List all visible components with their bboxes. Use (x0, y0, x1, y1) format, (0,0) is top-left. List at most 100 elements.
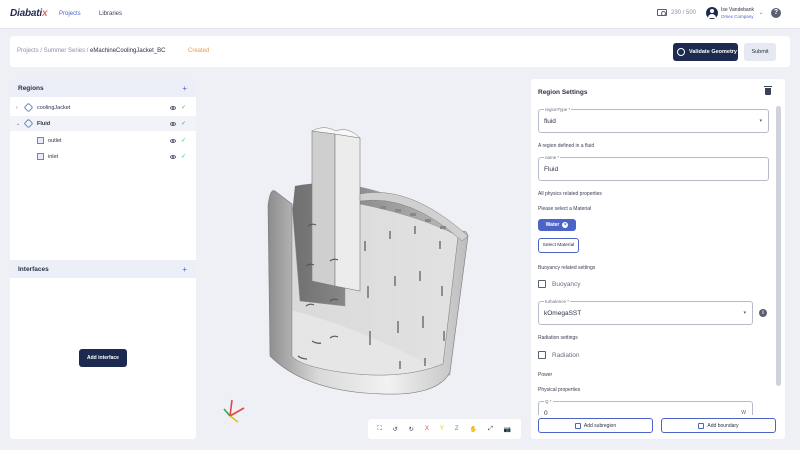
add-region-button[interactable]: + (182, 84, 187, 93)
left-panel: Regions + › coolingJacket ✓ ⌄ Fluid ✓ ou… (10, 79, 196, 439)
view-z-button[interactable]: Z (455, 426, 459, 432)
tree-item-outlet[interactable]: outlet ✓ (10, 133, 196, 148)
chevron-down-icon[interactable]: ⌄ (16, 121, 20, 127)
nav-libraries[interactable]: Libraries (99, 11, 122, 17)
tree-item-label: Fluid (37, 120, 51, 127)
regions-header: Regions + (10, 79, 196, 97)
eye-icon[interactable] (170, 138, 176, 143)
region-type-select[interactable]: regionType * fluid ▾ (538, 107, 769, 133)
field-value: Fluid (544, 166, 559, 173)
tree-item-coolingjacket[interactable]: › coolingJacket ✓ (10, 100, 196, 115)
region-settings-title: Region Settings (538, 89, 588, 96)
region-icon (23, 102, 34, 113)
buoyancy-checkbox-row[interactable]: Buoyancy (538, 280, 581, 288)
boundary-icon (37, 137, 44, 144)
close-icon[interactable]: × (562, 222, 569, 228)
boundary-icon (37, 153, 44, 160)
validate-geometry-button[interactable]: Validate Geometry (673, 43, 738, 61)
interfaces-header: Interfaces + (10, 260, 196, 278)
circle-icon (677, 48, 685, 56)
chevron-down-icon[interactable]: ⌄ (759, 10, 763, 16)
camera-icon[interactable]: 📷 (504, 426, 511, 433)
radiation-checkbox-row[interactable]: Radiation (538, 351, 579, 359)
credits-indicator: 230 / 500 (657, 9, 696, 16)
power-heading: Power (538, 372, 553, 378)
user-name[interactable]: Ise Vandebank (721, 7, 754, 13)
trash-icon[interactable] (764, 86, 772, 95)
interfaces-section: Interfaces + (10, 260, 196, 278)
3d-viewport[interactable] (200, 76, 530, 450)
validate-label: Validate Geometry (689, 49, 737, 55)
field-value: fluid (544, 118, 556, 125)
chevron-right-icon[interactable]: › (16, 105, 18, 111)
add-subregion-label: Add subregion (583, 422, 617, 429)
radiation-checkbox[interactable] (538, 351, 546, 359)
material-prompt: Please select a Material (538, 206, 592, 212)
subregion-icon (574, 422, 581, 429)
tree-item-label: inlet (48, 153, 59, 160)
info-icon[interactable]: i (759, 309, 767, 317)
add-interface-button[interactable]: Add interface (79, 349, 127, 367)
region-defined-note: A region defined in a fluid (538, 143, 595, 149)
fit-view-icon[interactable]: ⛶ (378, 426, 382, 433)
tree-item-fluid[interactable]: ⌄ Fluid ✓ (10, 116, 196, 131)
region-settings-panel: Region Settings regionType * fluid ▾ A r… (531, 79, 785, 439)
rotate-right-icon[interactable]: ↻ (409, 426, 414, 433)
app-logo[interactable]: Diabatix (10, 8, 48, 19)
breadcrumb[interactable]: Projects / Summer Series / eMachineCooli… (17, 48, 165, 54)
viewport-toolbar: ⛶ ↺ ↻ X Y Z ✋ ⤢ 📷 (368, 419, 521, 439)
interfaces-title: Interfaces (18, 265, 49, 273)
regions-tree: › coolingJacket ✓ ⌄ Fluid ✓ outlet ✓ inl… (10, 97, 196, 273)
add-interface-plus-button[interactable]: + (182, 265, 187, 274)
check-icon: ✓ (181, 105, 187, 111)
select-material-button[interactable]: Select Material (538, 238, 579, 253)
tree-item-label: coolingJacket (37, 104, 71, 111)
rotate-left-icon[interactable]: ↺ (393, 426, 398, 433)
top-bar: Diabatix Projects Libraries 230 / 500 Is… (0, 0, 800, 29)
settings-actions: Add subregion Add boundary (531, 415, 785, 439)
check-icon: ✓ (181, 154, 187, 160)
tree-item-inlet[interactable]: inlet ✓ (10, 149, 196, 164)
status-badge: Created (188, 48, 210, 54)
radiation-label: Radiation (552, 351, 580, 359)
dropdown-arrow-icon[interactable]: ▾ (743, 310, 746, 316)
nav-projects[interactable]: Projects (59, 11, 81, 17)
buoyancy-label: Buoyancy (552, 280, 581, 288)
name-input[interactable]: name * Fluid (538, 155, 769, 181)
settings-scrollbar[interactable] (776, 106, 781, 386)
add-subregion-button[interactable]: Add subregion (538, 418, 653, 433)
tree-item-label: outlet (48, 137, 62, 144)
eye-icon[interactable] (170, 121, 176, 126)
buoyancy-checkbox[interactable] (538, 280, 546, 288)
credits-text: 230 / 500 (671, 9, 697, 16)
user-avatar-icon[interactable] (706, 7, 718, 19)
check-icon: ✓ (181, 121, 187, 127)
field-value: kOmegaSST (544, 310, 582, 317)
dropdown-arrow-icon[interactable]: ▾ (759, 118, 762, 124)
view-x-button[interactable]: X (425, 426, 429, 432)
eye-icon[interactable] (170, 105, 176, 110)
axis-triad (223, 399, 245, 423)
material-chip[interactable]: Water × (538, 219, 576, 231)
turbulence-select[interactable]: turbulence * kOmegaSST ▾ (538, 299, 753, 325)
fullscreen-icon[interactable]: ⤢ (488, 426, 493, 433)
submit-button[interactable]: Submit (744, 43, 776, 61)
regions-title: Regions (18, 84, 44, 92)
add-boundary-label: Add boundary (707, 422, 739, 429)
user-company: Omex Company (721, 14, 754, 19)
credits-icon (657, 9, 667, 16)
pan-hand-icon[interactable]: ✋ (470, 426, 477, 433)
region-icon (23, 118, 34, 129)
field-label: Q * (544, 399, 553, 404)
view-y-button[interactable]: Y (440, 426, 444, 432)
buoyancy-settings-heading: Buoyancy related settings (538, 265, 596, 271)
cooling-jacket-model[interactable] (200, 76, 530, 450)
help-icon[interactable]: ? (771, 8, 781, 18)
check-icon: ✓ (181, 138, 187, 144)
physics-note: All physics related properties (538, 191, 602, 197)
boundary-icon (698, 422, 705, 429)
field-label: regionType * (544, 107, 572, 112)
add-boundary-button[interactable]: Add boundary (661, 418, 776, 433)
eye-icon[interactable] (170, 154, 176, 159)
field-label: turbulence * (544, 299, 571, 304)
